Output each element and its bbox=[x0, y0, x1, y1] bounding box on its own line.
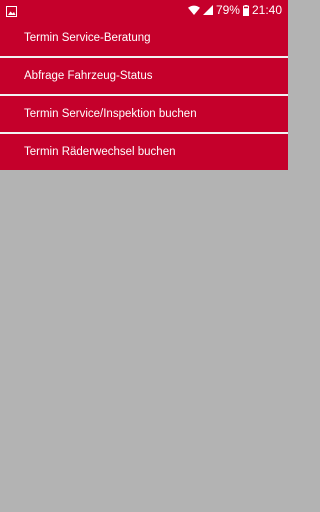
battery-icon bbox=[242, 4, 249, 16]
status-bar: 79% 21:40 bbox=[0, 0, 288, 20]
menu-item-service-beratung[interactable]: Termin Service-Beratung bbox=[0, 20, 288, 56]
signal-icon bbox=[202, 5, 213, 15]
status-icons: 79% 21:40 bbox=[187, 2, 282, 18]
menu-item-fahrzeug-status[interactable]: Abfrage Fahrzeug-Status bbox=[0, 58, 288, 94]
menu-item-service-inspektion[interactable]: Termin Service/Inspektion buchen bbox=[0, 96, 288, 132]
menu-list: Termin Service-Beratung Abfrage Fahrzeug… bbox=[0, 20, 288, 170]
wifi-icon bbox=[187, 5, 200, 15]
status-time: 21:40 bbox=[251, 3, 282, 17]
menu-item-raederwechsel[interactable]: Termin Räderwechsel buchen bbox=[0, 134, 288, 170]
battery-percent: 79% bbox=[215, 3, 240, 17]
